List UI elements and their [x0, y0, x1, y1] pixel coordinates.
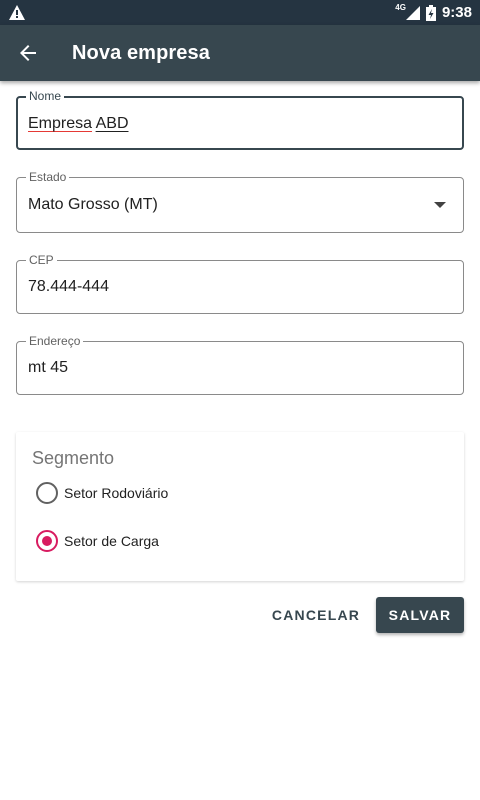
cep-label: CEP — [26, 253, 57, 267]
endereco-value: mt 45 — [28, 359, 69, 376]
radio-label: Setor de Carga — [64, 533, 159, 549]
back-button[interactable] — [14, 39, 42, 67]
radio-setor-rodoviario[interactable]: Setor Rodoviário — [36, 481, 168, 505]
status-bar: 4G 9:38 — [0, 0, 480, 25]
dropdown-arrow-icon — [434, 202, 446, 208]
estado-value: Mato Grosso (MT) — [28, 196, 158, 213]
segmento-title: Segmento — [32, 448, 115, 468]
warning-icon — [9, 5, 25, 20]
save-button[interactable]: SALVAR — [376, 597, 464, 633]
segmento-card: Segmento Setor Rodoviário Setor de Carga — [16, 432, 464, 581]
cancel-button[interactable]: CANCELAR — [266, 598, 366, 632]
nome-label: Nome — [26, 89, 65, 103]
network-type-label: 4G — [395, 3, 406, 12]
radio-checked-icon — [36, 530, 58, 552]
radio-label: Setor Rodoviário — [64, 485, 169, 501]
status-time: 9:38 — [441, 4, 472, 21]
cep-value: 78.444-444 — [28, 278, 109, 295]
nome-value-word2: ABD — [95, 115, 129, 132]
nome-field[interactable]: Nome Empresa ABD — [16, 89, 464, 150]
endereco-field[interactable]: Endereço mt 45 — [16, 334, 464, 395]
page-title: Nova empresa — [72, 42, 210, 64]
estado-select[interactable]: Estado Mato Grosso (MT) — [16, 170, 464, 233]
battery-charging-icon — [425, 4, 436, 21]
radio-setor-de-carga[interactable]: Setor de Carga — [36, 529, 159, 553]
app-bar: Nova empresa — [0, 25, 480, 81]
arrow-back-icon — [20, 45, 36, 61]
endereco-label: Endereço — [26, 334, 84, 348]
radio-unchecked-icon — [36, 482, 58, 504]
signal-icon — [405, 5, 420, 20]
nome-value-word1: Empresa — [28, 115, 93, 132]
cep-field[interactable]: CEP 78.444-444 — [16, 253, 464, 314]
estado-label: Estado — [26, 170, 70, 184]
